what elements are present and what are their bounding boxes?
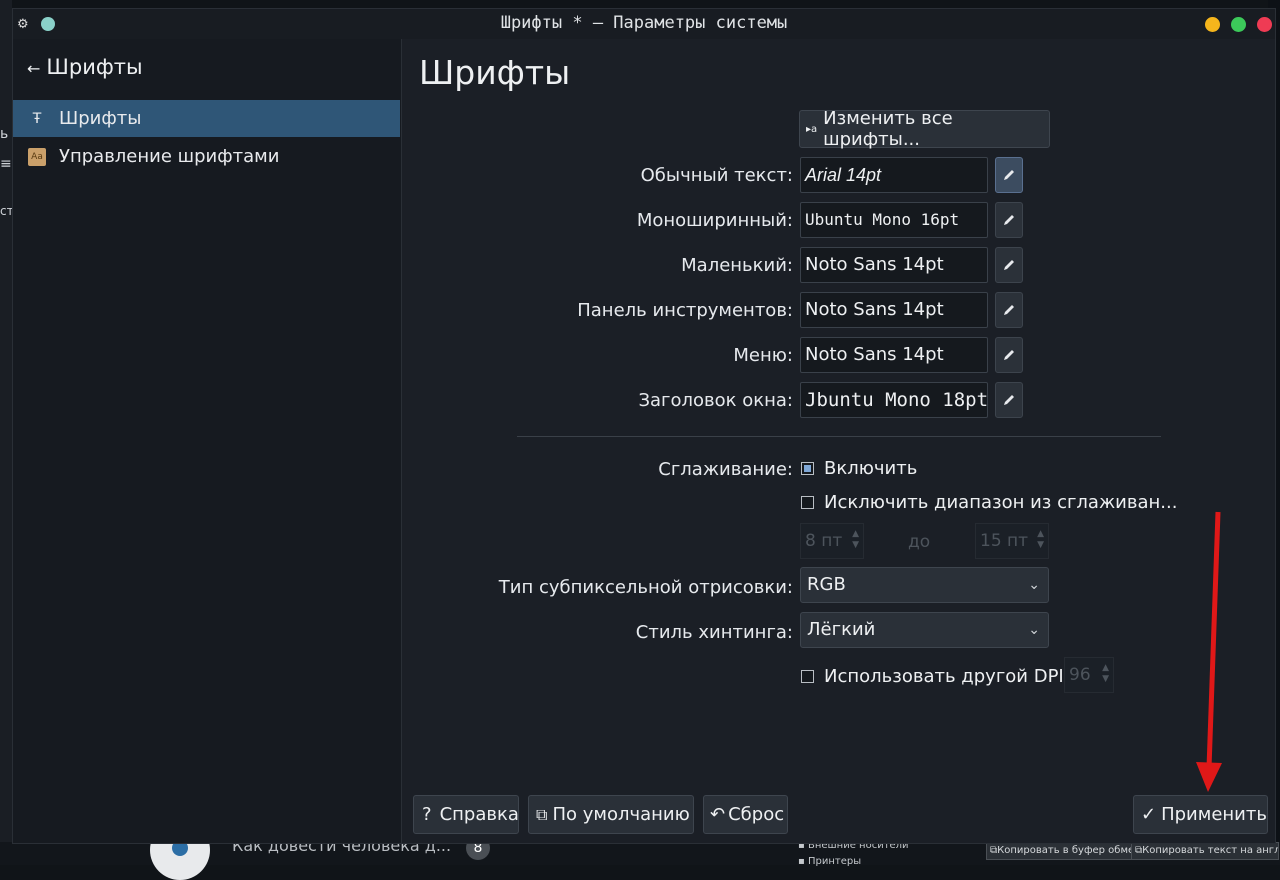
window-title-font-edit-button[interactable] — [995, 382, 1023, 418]
hinting-select[interactable]: Лёгкий ⌄ — [800, 612, 1049, 648]
checkbox-unchecked-icon — [801, 496, 814, 509]
hinting-label: Стиль хинтинга: — [635, 622, 793, 643]
minimize-button[interactable] — [1205, 17, 1220, 32]
copy-english-text-button[interactable]: ⧉Копировать текст на английско — [1131, 842, 1279, 860]
toolbar-font-field: Noto Sans 14pt — [800, 292, 988, 328]
pencil-icon — [1004, 170, 1014, 180]
window-title-font-label: Заголовок окна: — [638, 390, 793, 411]
spin-arrows-icon: ▲ ▼ — [852, 529, 859, 550]
apply-button[interactable]: ✓ Применить — [1133, 795, 1268, 834]
pencil-icon — [1004, 260, 1014, 270]
subpixel-select[interactable]: RGB ⌄ — [800, 567, 1049, 603]
sidebar-item-font-management[interactable]: Aa Управление шрифтами — [13, 138, 400, 175]
reset-button[interactable]: ↶ Сброс — [703, 795, 788, 834]
background-char: ≡ — [0, 156, 12, 172]
range-from-value: 8 пт — [805, 531, 843, 551]
arrow-left-icon: ← — [27, 59, 41, 78]
range-to-spinbox[interactable]: 15 пт ▲ ▼ — [975, 523, 1049, 559]
back-button[interactable]: ← Шрифты — [27, 55, 143, 79]
small-font-label: Маленький: — [681, 255, 793, 276]
system-settings-window: ⚙ Шрифты * — Параметры системы ← Шрифты Ŧ… — [12, 8, 1276, 844]
back-label: Шрифты — [46, 55, 143, 79]
reset-label: Сброс — [728, 804, 785, 825]
font-manager-icon: Aa — [28, 147, 46, 166]
window-title: Шрифты * — Параметры системы — [500, 13, 788, 33]
help-label: Справка — [439, 804, 519, 825]
pencil-icon — [1004, 215, 1014, 225]
change-all-fonts-button[interactable]: ▸a Изменить все шрифты... — [799, 108, 1050, 150]
copy-english-text-label: Копировать текст на английско — [1142, 845, 1279, 856]
help-icon: ? — [422, 804, 432, 825]
checkbox-unchecked-icon — [801, 670, 814, 683]
checkmark-icon: ✓ — [1141, 804, 1157, 825]
annotation-arrow — [1196, 511, 1222, 792]
file-item-printers[interactable]: ▪ Принтеры — [798, 856, 861, 867]
copy-to-clipboard-button[interactable]: ⧉Копировать в буфер обмена — [986, 842, 1151, 860]
defaults-icon: ⧉ — [536, 804, 548, 824]
menu-font-edit-button[interactable] — [995, 337, 1023, 373]
sidebar: ← Шрифты Ŧ Шрифты Aa Управление шрифтами — [13, 39, 402, 843]
page-title: Шрифты — [419, 53, 571, 92]
spin-arrows-icon: ▲ ▼ — [1102, 663, 1109, 684]
checkbox-checked-icon — [801, 462, 814, 475]
general-font-field: Arial 14pt — [800, 157, 988, 193]
small-font-edit-button[interactable] — [995, 247, 1023, 283]
maximize-button[interactable] — [1231, 17, 1246, 32]
monospace-font-label: Моноширинный: — [636, 210, 793, 231]
exclude-range-checkbox[interactable]: Исключить диапазон из сглаживан... — [801, 492, 1177, 513]
font-icon: Ŧ — [32, 110, 42, 127]
menu-font-field: Noto Sans 14pt — [800, 337, 988, 373]
subpixel-value: RGB — [807, 574, 846, 595]
pencil-icon — [1004, 395, 1014, 405]
desktop-left-edge: ь ≡ ст — [0, 0, 14, 865]
apply-label: Применить — [1161, 804, 1267, 825]
pencil-icon — [1004, 305, 1014, 315]
range-to-value: 15 пт — [980, 531, 1029, 551]
antialiasing-enable-checkbox[interactable]: Включить — [801, 458, 917, 479]
monospace-font-edit-button[interactable] — [995, 202, 1023, 238]
chevron-down-icon: ⌄ — [1028, 577, 1040, 593]
defaults-button[interactable]: ⧉ По умолчанию — [528, 795, 694, 834]
defaults-label: По умолчанию — [552, 804, 690, 825]
change-all-fonts-label: Изменить все шрифты... — [823, 108, 953, 150]
spin-arrows-icon: ▲ ▼ — [1037, 529, 1044, 550]
pencil-icon — [1004, 350, 1014, 360]
dpi-value: 96 — [1069, 665, 1091, 685]
custom-dpi-checkbox[interactable]: Использовать другой DPI: — [801, 666, 1070, 687]
exclude-range-label: Исключить диапазон из сглаживан... — [824, 492, 1178, 513]
small-font-field: Noto Sans 14pt — [800, 247, 988, 283]
toolbar-font-edit-button[interactable] — [995, 292, 1023, 328]
undo-icon: ↶ — [710, 804, 726, 825]
range-from-spinbox[interactable]: 8 пт ▲ ▼ — [800, 523, 864, 559]
font-change-icon: ▸a — [806, 123, 818, 135]
sidebar-item-fonts[interactable]: Ŧ Шрифты — [13, 100, 400, 137]
help-button[interactable]: ? Справка — [413, 795, 519, 834]
hinting-value: Лёгкий — [807, 619, 876, 640]
close-button[interactable] — [1257, 17, 1272, 32]
general-font-label: Обычный текст: — [640, 165, 793, 186]
range-to-label: до — [908, 532, 931, 552]
sidebar-item-label: Управление шрифтами — [59, 146, 280, 167]
toolbar-font-label: Панель инструментов: — [577, 300, 793, 321]
chevron-down-icon: ⌄ — [1028, 622, 1040, 638]
subpixel-label: Тип субпиксельной отрисовки: — [498, 577, 793, 598]
antialiasing-enable-label: Включить — [824, 458, 918, 479]
menu-font-label: Меню: — [733, 345, 793, 366]
file-item-label: Принтеры — [807, 856, 862, 867]
copy-to-clipboard-label: Копировать в буфер обмена — [997, 845, 1147, 856]
custom-dpi-label: Использовать другой DPI: — [824, 666, 1070, 687]
sidebar-item-label: Шрифты — [59, 108, 142, 129]
background-char: ь — [0, 126, 9, 142]
general-font-edit-button[interactable] — [995, 157, 1023, 193]
section-divider — [517, 436, 1161, 437]
window-title-font-field: Jbuntu Mono 18pt — [800, 382, 988, 418]
titlebar[interactable]: ⚙ Шрифты * — Параметры системы — [13, 9, 1275, 39]
monospace-font-field: Ubuntu Mono 16pt — [800, 202, 988, 238]
dpi-spinbox[interactable]: 96 ▲ ▼ — [1064, 657, 1114, 693]
antialiasing-label: Сглаживание: — [658, 459, 793, 480]
